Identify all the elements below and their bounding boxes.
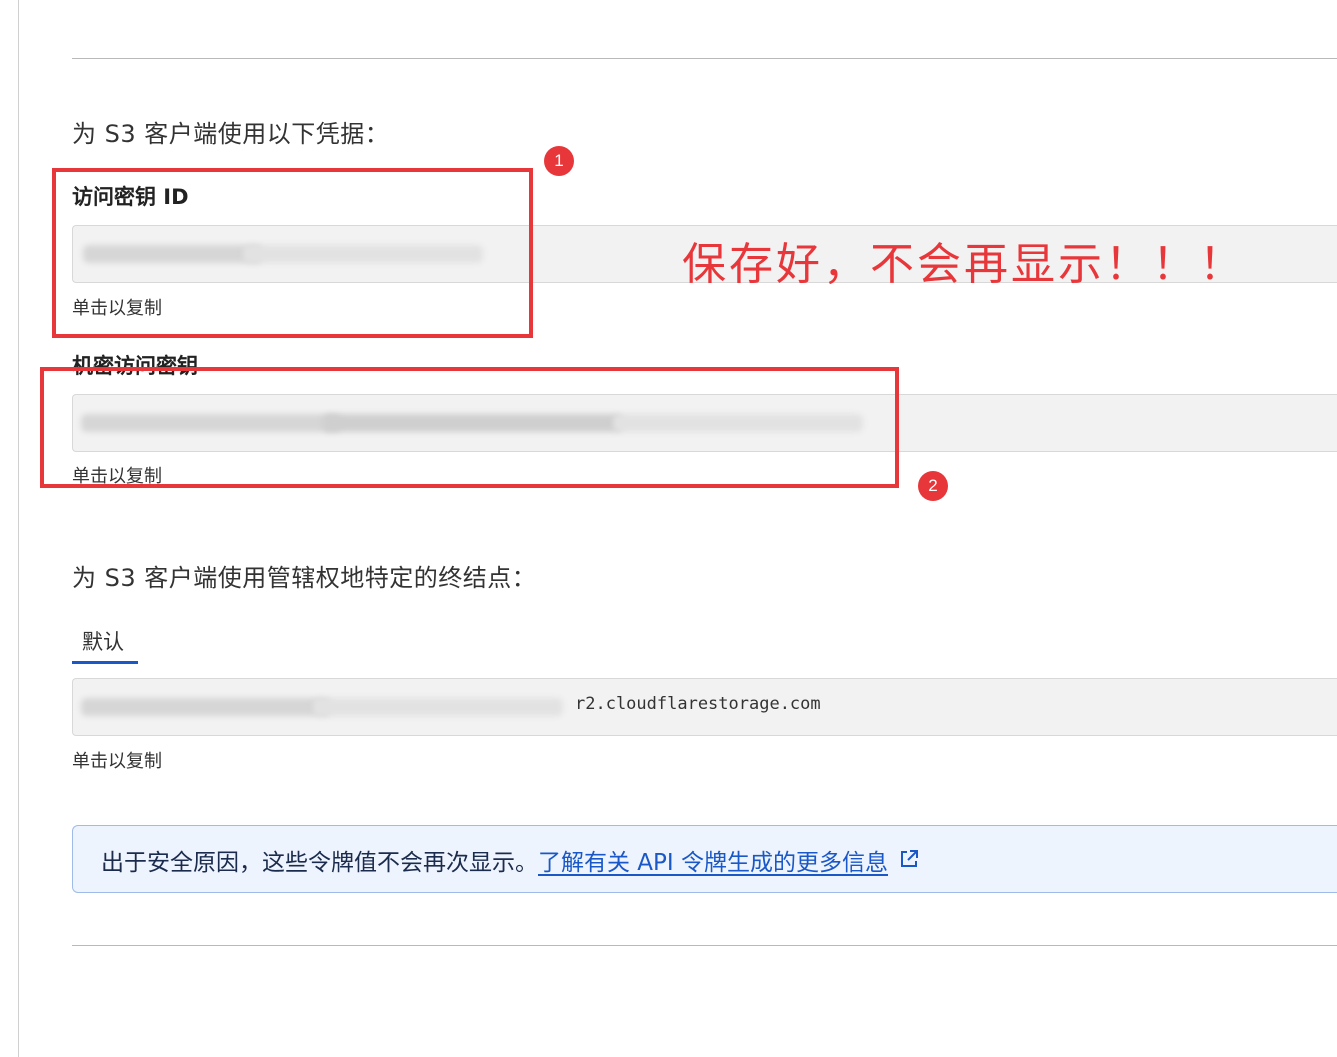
top-divider — [72, 58, 1337, 59]
endpoint-copy-hint[interactable]: 单击以复制 — [72, 747, 162, 773]
tab-default[interactable]: 默认 — [72, 624, 138, 664]
security-notice: 出于安全原因，这些令牌值不会再次显示。了解有关 API 令牌生成的更多信息 — [72, 825, 1337, 893]
tab-active-indicator — [72, 661, 138, 664]
external-link-icon[interactable] — [898, 848, 920, 876]
annotation-badge-1: 1 — [544, 146, 574, 176]
annotation-box-1 — [52, 168, 533, 338]
annotation-warning-text: 保存好，不会再显示！！！ — [682, 239, 1246, 290]
security-notice-text: 出于安全原因，这些令牌值不会再次显示。了解有关 API 令牌生成的更多信息 — [101, 843, 920, 877]
credentials-heading: 为 S3 客户端使用以下凭据： — [72, 120, 390, 148]
learn-more-link[interactable]: 了解有关 API 令牌生成的更多信息 — [538, 850, 888, 876]
redacted-value — [81, 698, 331, 716]
redacted-value — [313, 698, 563, 716]
tab-default-label: 默认 — [82, 630, 124, 654]
endpoint-value: r2.cloudflarestorage.com — [575, 694, 821, 714]
left-border — [18, 0, 19, 1057]
endpoint-field[interactable]: r2.cloudflarestorage.com — [72, 678, 1337, 736]
endpoint-heading: 为 S3 客户端使用管辖权地特定的终结点： — [72, 564, 537, 592]
bottom-divider — [72, 945, 1337, 946]
annotation-box-2 — [40, 367, 899, 488]
annotation-badge-2: 2 — [918, 471, 948, 501]
security-notice-message: 出于安全原因，这些令牌值不会再次显示。 — [101, 850, 538, 876]
